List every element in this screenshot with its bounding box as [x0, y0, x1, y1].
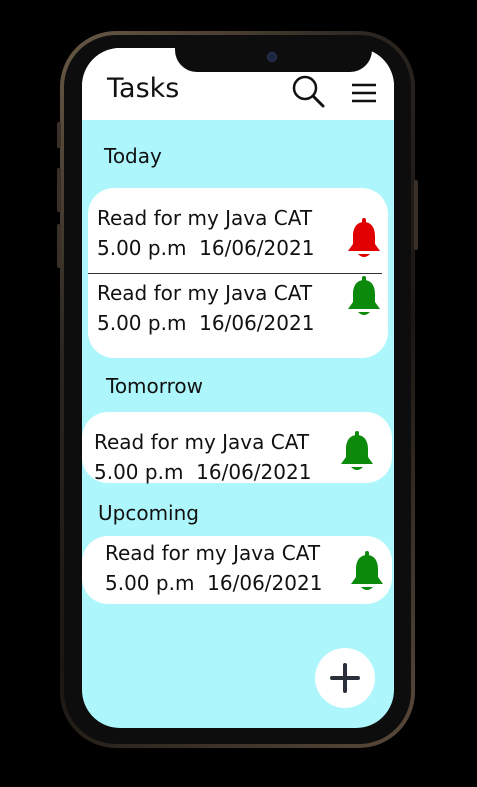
bell-icon[interactable]: [345, 276, 383, 318]
task-datetime: 5.00 p.m 16/06/2021: [97, 308, 314, 338]
today-card: Read for my Java CAT 5.00 p.m 16/06/2021…: [88, 188, 388, 358]
section-upcoming-heading: Upcoming: [98, 501, 199, 525]
upcoming-card: Read for my Java CAT 5.00 p.m 16/06/2021: [82, 536, 392, 604]
task-date: 16/06/2021: [207, 571, 323, 595]
task-time: 5.00 p.m: [94, 460, 184, 484]
task-title: Read for my Java CAT: [97, 281, 313, 305]
task-item[interactable]: Read for my Java CAT 5.00 p.m 16/06/2021: [105, 538, 322, 598]
app-screen: Tasks Today Read for my Java CAT 5.00 p.…: [82, 48, 394, 728]
task-title: Read for my Java CAT: [105, 541, 321, 565]
section-tomorrow-heading: Tomorrow: [106, 374, 204, 398]
volume-up-button: [57, 168, 61, 212]
task-date: 16/06/2021: [199, 236, 315, 260]
task-title: Read for my Java CAT: [97, 206, 313, 230]
task-datetime: 5.00 p.m 16/06/2021: [94, 457, 311, 487]
bell-icon[interactable]: [338, 431, 376, 473]
bell-icon[interactable]: [348, 551, 386, 593]
task-item[interactable]: Read for my Java CAT 5.00 p.m 16/06/2021: [97, 278, 314, 338]
add-icon: [330, 663, 360, 693]
section-today-heading: Today: [104, 144, 162, 168]
search-icon[interactable]: [291, 74, 325, 108]
menu-icon[interactable]: [351, 82, 377, 104]
mute-switch: [57, 122, 61, 148]
page-title: Tasks: [107, 73, 180, 104]
front-camera: [267, 52, 277, 62]
task-date: 16/06/2021: [196, 460, 312, 484]
task-time: 5.00 p.m: [97, 236, 187, 260]
task-item[interactable]: Read for my Java CAT 5.00 p.m 16/06/2021: [94, 427, 311, 487]
add-task-button[interactable]: [315, 648, 375, 708]
task-date: 16/06/2021: [199, 311, 315, 335]
power-button: [414, 180, 418, 250]
task-title: Read for my Java CAT: [94, 430, 310, 454]
task-divider: [88, 273, 382, 274]
tomorrow-card: Read for my Java CAT 5.00 p.m 16/06/2021: [82, 412, 392, 484]
volume-down-button: [57, 224, 61, 268]
task-item[interactable]: Read for my Java CAT 5.00 p.m 16/06/2021: [97, 203, 314, 263]
task-time: 5.00 p.m: [97, 311, 187, 335]
task-time: 5.00 p.m: [105, 571, 195, 595]
task-datetime: 5.00 p.m 16/06/2021: [105, 568, 322, 598]
task-datetime: 5.00 p.m 16/06/2021: [97, 233, 314, 263]
bell-icon[interactable]: [345, 218, 383, 260]
